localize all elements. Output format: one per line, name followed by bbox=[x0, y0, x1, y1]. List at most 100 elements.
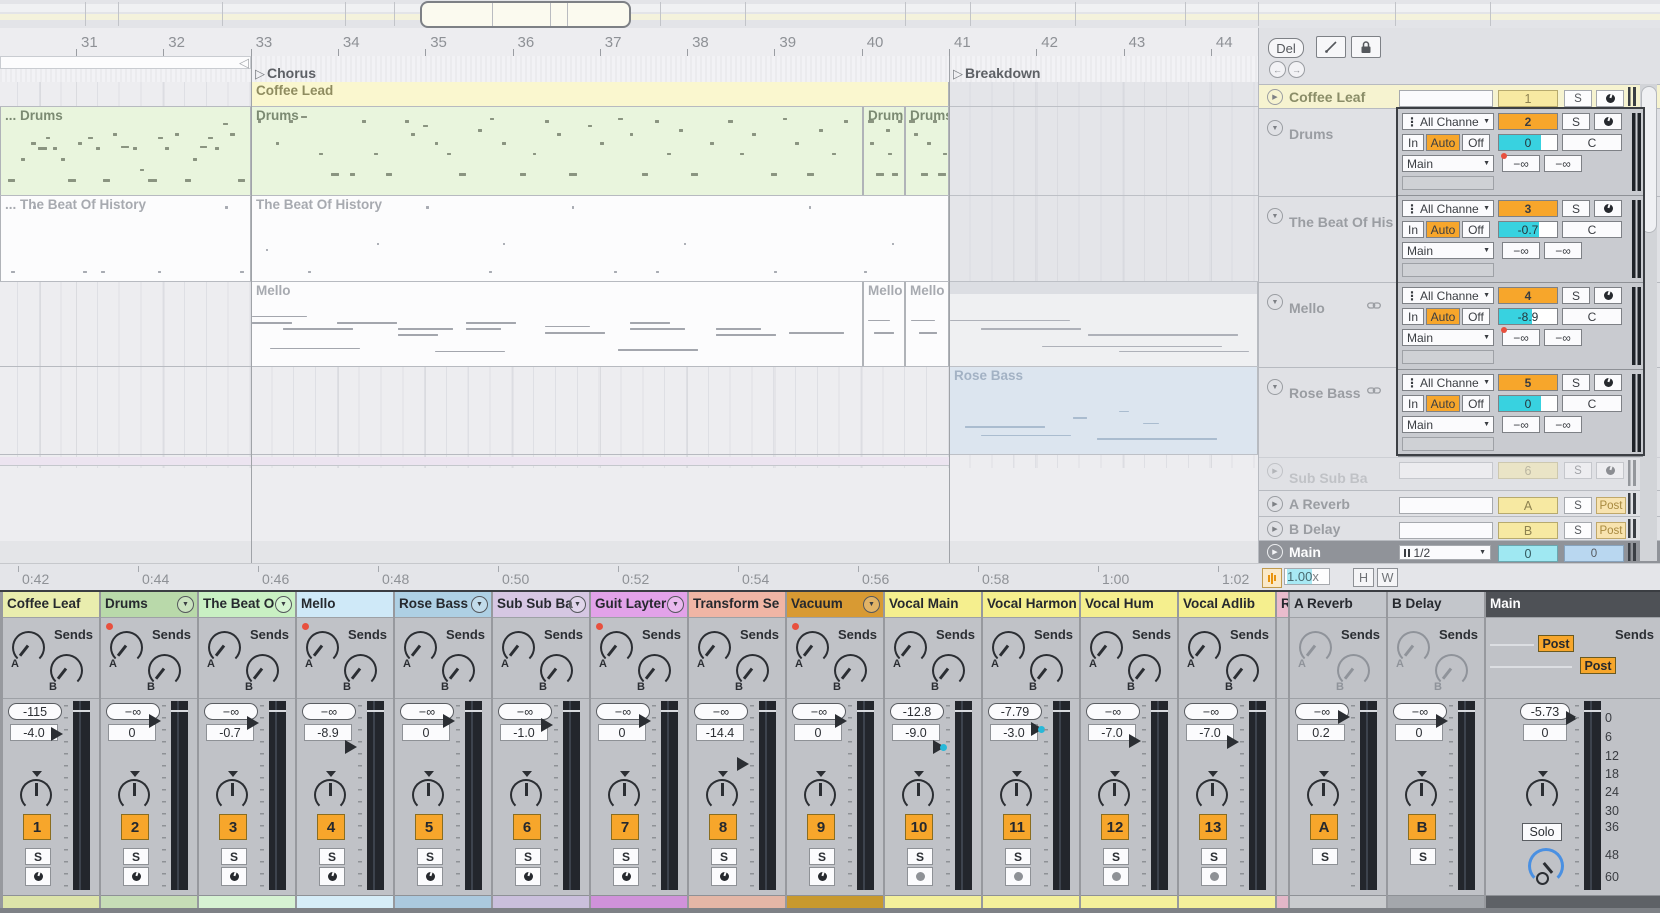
send-a-knob[interactable]: A bbox=[499, 628, 539, 668]
solo-button[interactable]: S bbox=[1564, 522, 1592, 539]
mixer-strip-coffee-leaf[interactable]: Coffee LeafSendsAB-115-4.01S bbox=[3, 592, 99, 908]
mixer-strip-a-reverb[interactable]: A ReverbSendsAB−∞0.2AS bbox=[1290, 592, 1386, 908]
send-a-knob[interactable]: A bbox=[401, 628, 441, 668]
send-a-knob[interactable]: A bbox=[597, 628, 637, 668]
send-b-knob[interactable]: B bbox=[635, 651, 675, 691]
send-a-knob[interactable]: A bbox=[9, 628, 49, 668]
strip-header[interactable]: Vocal Main bbox=[885, 592, 981, 618]
arm-button[interactable] bbox=[1594, 113, 1622, 130]
solo-button[interactable]: S bbox=[1562, 200, 1590, 217]
strip-header[interactable]: Guit Layter▼ bbox=[591, 592, 687, 618]
strip-header[interactable]: Transform Se bbox=[689, 592, 785, 618]
solo-button[interactable]: S bbox=[1312, 848, 1338, 865]
clip-drum[interactable]: Drum bbox=[863, 107, 905, 195]
track-header-main[interactable]: ▶Main1/2▼00 bbox=[1259, 540, 1660, 563]
chevron-down-icon[interactable]: ▼ bbox=[177, 596, 194, 613]
strip-header[interactable]: Rose Bass▼ bbox=[395, 592, 491, 618]
fader-handle[interactable] bbox=[541, 718, 553, 732]
chevron-down-icon[interactable]: ▼ bbox=[1267, 294, 1283, 310]
clip-mello[interactable]: Mello bbox=[251, 282, 863, 366]
pan-knob[interactable] bbox=[606, 771, 644, 813]
mixer-strip-b-delay[interactable]: B DelaySendsAB−∞0BS bbox=[1388, 592, 1484, 908]
pan-knob[interactable] bbox=[1305, 771, 1343, 813]
send-a-value[interactable]: −∞ bbox=[1502, 242, 1540, 259]
output-routing-dropdown[interactable]: Main▼ bbox=[1402, 155, 1494, 172]
arm-button[interactable] bbox=[1594, 200, 1622, 217]
send-a-knob[interactable]: A bbox=[205, 628, 245, 668]
monitor-auto-button[interactable]: Auto bbox=[1426, 308, 1460, 325]
arm-button[interactable] bbox=[25, 867, 51, 886]
track-number-button[interactable]: 10 bbox=[905, 814, 933, 840]
main-solo-button[interactable]: Solo bbox=[1522, 823, 1562, 841]
chevron-down-icon[interactable]: ▼ bbox=[471, 596, 488, 613]
monitor-off-button[interactable]: Off bbox=[1462, 308, 1490, 325]
send-b-value[interactable]: −∞ bbox=[1544, 416, 1582, 433]
send-a-knob[interactable]: A bbox=[891, 628, 931, 668]
track-number-badge[interactable]: 6 bbox=[1498, 462, 1558, 479]
track-number-badge[interactable]: 2 bbox=[1498, 113, 1558, 130]
tempo-grid-dropdown[interactable]: 1/2▼ bbox=[1399, 545, 1491, 560]
send-a-value[interactable]: −∞ bbox=[1502, 155, 1540, 172]
fader-handle[interactable] bbox=[443, 714, 455, 728]
arm-button[interactable] bbox=[1201, 867, 1227, 886]
clip-drums[interactable]: Drums bbox=[251, 107, 863, 195]
send-a-knob[interactable]: A bbox=[107, 628, 147, 668]
strip-header[interactable]: Vocal Hum bbox=[1081, 592, 1177, 618]
track-header-a-reverb[interactable]: ▶A ReverbASPost bbox=[1259, 490, 1660, 516]
send-b-knob[interactable]: B bbox=[929, 651, 969, 691]
bar-ruler[interactable]: 3132333435363738394041424344 bbox=[0, 28, 1258, 57]
mixer-strip-sub-sub-ba[interactable]: Sub Sub Ba▼SendsAB−∞-1.06S bbox=[493, 592, 589, 908]
peak-level-display[interactable]: −∞ bbox=[1086, 703, 1140, 720]
send-b-value[interactable]: −∞ bbox=[1544, 242, 1582, 259]
fader-handle[interactable] bbox=[247, 716, 259, 730]
solo-button[interactable]: S bbox=[1201, 848, 1227, 865]
mixer-strip-drums[interactable]: Drums▼SendsAB−∞02S bbox=[101, 592, 197, 908]
send-b-knob[interactable]: B bbox=[243, 651, 283, 691]
arm-button[interactable] bbox=[1594, 287, 1622, 304]
locator-row[interactable]: ◁ ▷Chorus ▷Breakdown bbox=[0, 56, 1258, 82]
output-routing-dropdown[interactable]: Main▼ bbox=[1402, 416, 1494, 433]
peak-level-display[interactable]: −∞ bbox=[694, 703, 748, 720]
fit-height-button[interactable]: H bbox=[1353, 568, 1374, 587]
solo-button[interactable]: S bbox=[1103, 848, 1129, 865]
mixer-strip-vocal-main[interactable]: Vocal MainSendsAB-12.8-9.010S bbox=[885, 592, 981, 908]
play-icon[interactable]: ▶ bbox=[1267, 521, 1283, 537]
track-number-badge[interactable]: 1 bbox=[1498, 90, 1558, 107]
send-a-knob[interactable]: A bbox=[793, 628, 833, 668]
loop-region[interactable]: ◁ bbox=[0, 56, 251, 69]
fader-handle[interactable] bbox=[1129, 734, 1141, 748]
solo-button[interactable]: S bbox=[1562, 113, 1590, 130]
prev-marker-button[interactable]: ← bbox=[1269, 61, 1286, 78]
clip-mello[interactable]: Mello bbox=[863, 282, 905, 366]
pan-knob[interactable] bbox=[1524, 771, 1562, 813]
solo-button[interactable]: S bbox=[221, 848, 247, 865]
fader-handle[interactable] bbox=[737, 757, 749, 771]
arm-button[interactable] bbox=[613, 867, 639, 886]
strip-header[interactable]: A Reverb bbox=[1290, 592, 1386, 618]
track-io-display[interactable] bbox=[1399, 462, 1493, 479]
strip-header[interactable]: Vacuum▼ bbox=[787, 592, 883, 618]
send-b-knob[interactable]: B bbox=[1125, 651, 1165, 691]
arrangement-area[interactable]: 3132333435363738394041424344 ◁ ▷Chorus ▷… bbox=[0, 28, 1258, 563]
track-number-button[interactable]: 11 bbox=[1003, 814, 1031, 840]
play-icon[interactable]: ▶ bbox=[1267, 89, 1283, 105]
clip-drums[interactable]: Drums bbox=[905, 107, 949, 195]
solo-button[interactable]: S bbox=[1564, 462, 1592, 479]
send-a-knob[interactable]: A bbox=[695, 628, 735, 668]
arm-button[interactable] bbox=[1103, 867, 1129, 886]
track-number-button[interactable]: 6 bbox=[513, 814, 541, 840]
playback-speed-field[interactable]: 1.00x bbox=[1284, 568, 1330, 585]
chevron-down-icon[interactable]: ▼ bbox=[569, 596, 586, 613]
mixer-strip-the-beat-o[interactable]: The Beat O▼SendsAB−∞-0.73S bbox=[199, 592, 295, 908]
track-number-button[interactable]: 5 bbox=[415, 814, 443, 840]
volume-value[interactable]: -0.7 bbox=[1498, 221, 1558, 238]
loop-end-notch[interactable]: ◁ bbox=[239, 55, 249, 71]
solo-button[interactable]: S bbox=[319, 848, 345, 865]
send-a-knob[interactable]: A bbox=[303, 628, 343, 668]
volume-field[interactable]: -8.9 bbox=[304, 724, 352, 741]
pan-value[interactable]: C bbox=[1562, 221, 1622, 238]
solo-button[interactable]: S bbox=[613, 848, 639, 865]
chevron-down-icon[interactable]: ▼ bbox=[667, 596, 684, 613]
solo-button[interactable]: S bbox=[123, 848, 149, 865]
link-chain-icon[interactable] bbox=[1367, 297, 1381, 315]
